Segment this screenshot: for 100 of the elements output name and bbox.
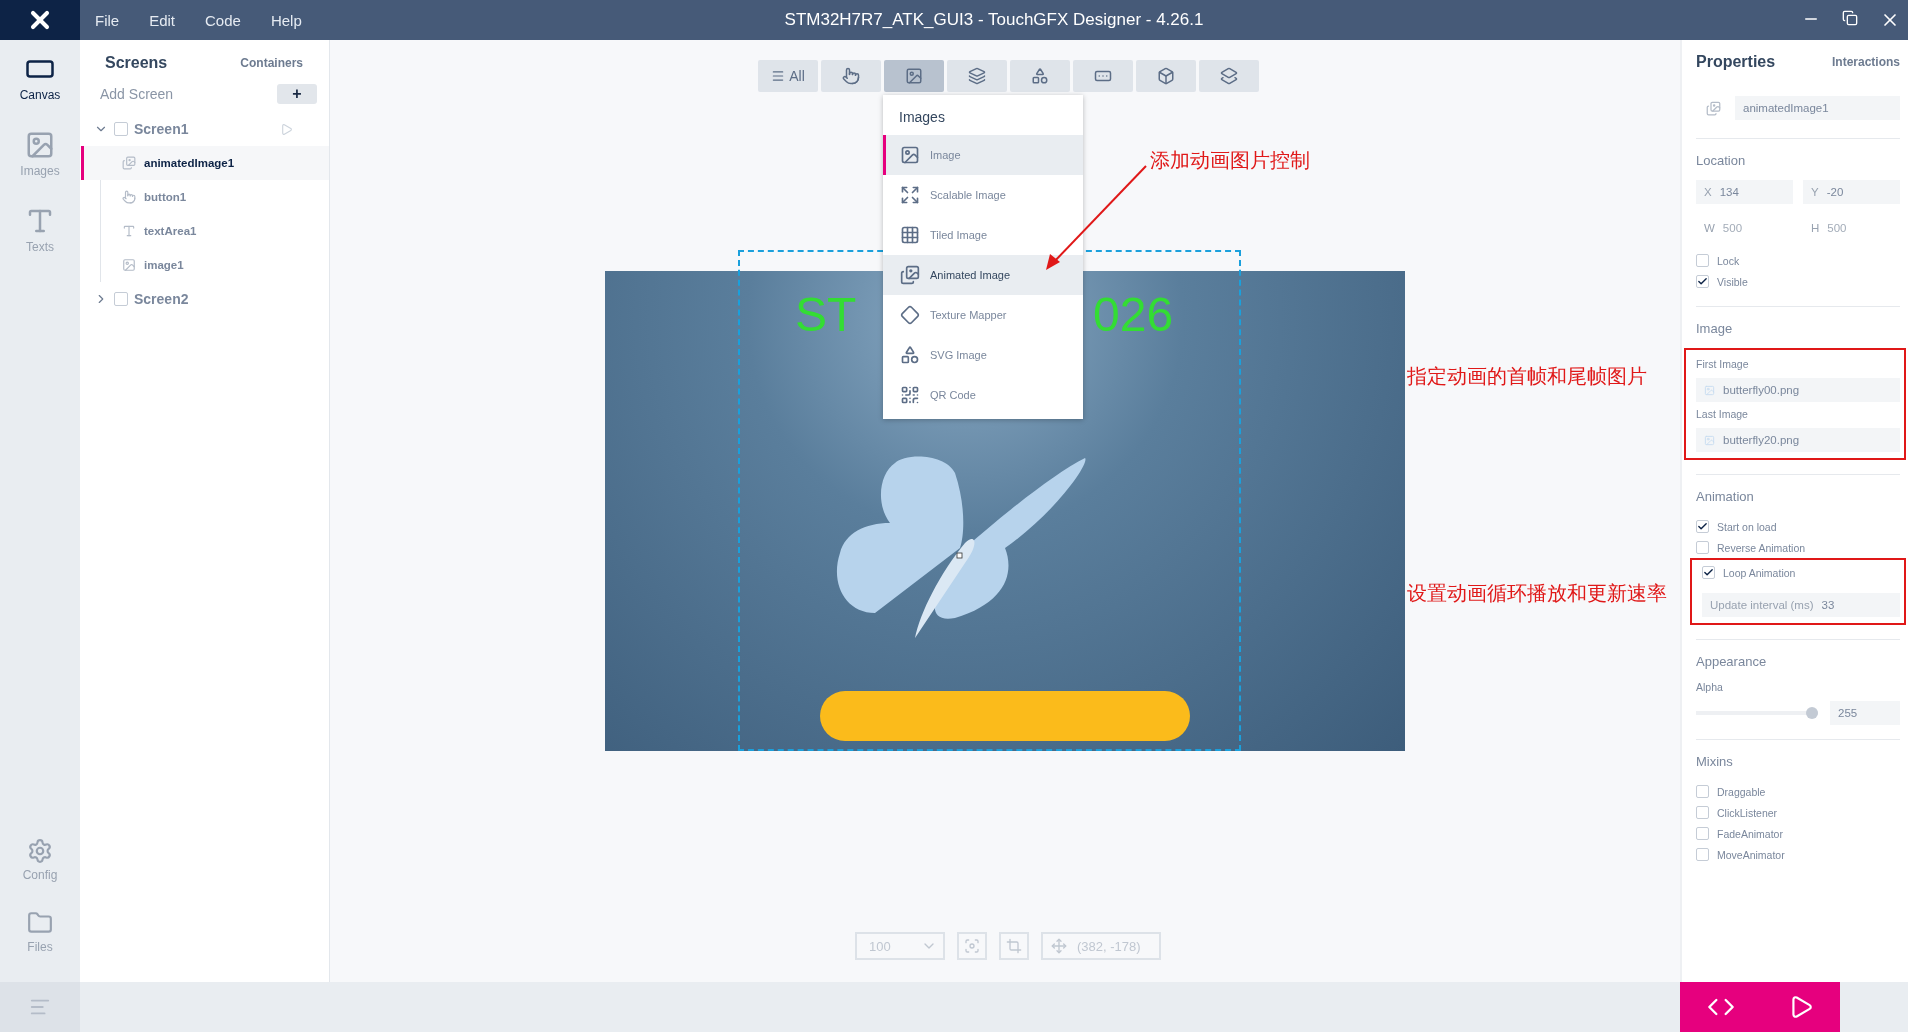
menu-item[interactable]: Tiled Image: [883, 215, 1083, 255]
widget-group-button[interactable]: [1136, 60, 1196, 92]
pointer-icon: [122, 190, 136, 204]
interval-field[interactable]: Update interval (ms) 33: [1702, 593, 1900, 617]
field-label: Alpha: [1696, 681, 1724, 693]
checkbox[interactable]: [1696, 827, 1709, 840]
screen-icon: [114, 122, 128, 136]
shapes-icon: [900, 345, 920, 365]
number-field[interactable]: Y -20: [1803, 180, 1900, 204]
rail-label[interactable]: Texts: [26, 240, 54, 254]
rail-label[interactable]: Canvas: [19, 88, 61, 102]
images-icon: [1706, 100, 1721, 116]
panel-tab[interactable]: Properties: [1696, 53, 1776, 71]
menu-item[interactable]: File: [95, 11, 120, 29]
layers-icon: [1220, 67, 1238, 85]
add-screen-button[interactable]: +: [277, 84, 317, 104]
checkbox-label: ClickListener: [1717, 806, 1778, 819]
canvas-text: ST: [795, 287, 857, 342]
section-title: Location: [1696, 153, 1747, 168]
images-icon: [900, 265, 920, 285]
add-screen-label: Add Screen: [100, 86, 174, 102]
annotation-text: 添加动画图片控制: [1150, 148, 1310, 173]
section-title: Animation: [1696, 489, 1755, 504]
section-title: Mixins: [1696, 754, 1734, 769]
image-field[interactable]: butterfly00.png: [1696, 378, 1900, 402]
checkbox[interactable]: [1696, 848, 1709, 861]
menu-item[interactable]: Code: [205, 11, 241, 29]
widget-group-button[interactable]: [821, 60, 881, 92]
shapes-icon: [1031, 67, 1049, 85]
rail-label[interactable]: Files: [27, 940, 53, 954]
pointer-icon: [842, 67, 860, 85]
grid-icon: [900, 225, 920, 245]
widget-name[interactable]: animatedImage1: [144, 157, 235, 169]
images-icon: [122, 156, 136, 170]
checkbox-label: Draggable: [1717, 785, 1766, 798]
name-field[interactable]: animatedImage1: [1735, 96, 1900, 120]
qr-icon: [900, 385, 920, 405]
diamond-icon: [900, 305, 920, 325]
rail-label[interactable]: Images: [20, 164, 60, 178]
focus-icon: [964, 938, 980, 954]
menu-item[interactable]: Animated Image: [883, 255, 1083, 295]
settings-icon: [27, 838, 53, 864]
checkbox-label: Start on load: [1717, 520, 1777, 533]
menu-item[interactable]: Help: [270, 11, 302, 29]
text-icon: [122, 224, 136, 238]
widget-group-button[interactable]: All: [758, 60, 818, 92]
field-label: Last Image: [1696, 408, 1749, 420]
checkbox[interactable]: [1696, 806, 1709, 819]
rail-label[interactable]: Config: [22, 868, 58, 882]
cube-icon: [1157, 67, 1175, 85]
move-icon: [1051, 938, 1067, 954]
screen-name[interactable]: Screen2: [134, 291, 293, 307]
image-icon: [1704, 434, 1715, 446]
image-icon: [900, 145, 920, 165]
menu-item[interactable]: Texture Mapper: [883, 295, 1083, 335]
checkbox[interactable]: [1696, 785, 1709, 798]
widget-name[interactable]: button1: [144, 191, 187, 203]
annotation-text: 设置动画循环播放和更新速率: [1407, 581, 1667, 606]
panel-tab[interactable]: Interactions: [1832, 55, 1900, 69]
screen-name[interactable]: Screen1: [134, 121, 274, 137]
checkbox-label: Reverse Animation: [1717, 541, 1806, 554]
widget-group-button[interactable]: [1199, 60, 1259, 92]
alpha-field[interactable]: 255: [1830, 701, 1900, 725]
menu-item[interactable]: Scalable Image: [883, 175, 1083, 215]
number-field[interactable]: X 134: [1696, 180, 1793, 204]
image-icon: [25, 130, 55, 160]
menu-item[interactable]: SVG Image: [883, 335, 1083, 375]
folder-icon: [27, 910, 53, 936]
checkbox-label: Visible: [1717, 275, 1748, 288]
widget-group-button[interactable]: [1073, 60, 1133, 92]
widget-group-button[interactable]: [884, 60, 944, 92]
layers-icon: [968, 67, 986, 85]
crop-icon: [1006, 938, 1022, 954]
checkbox[interactable]: [1696, 254, 1709, 267]
image-field[interactable]: butterfly20.png: [1696, 428, 1900, 452]
checkbox[interactable]: [1702, 566, 1715, 579]
widget-group-button[interactable]: [947, 60, 1007, 92]
menu-item[interactable]: Image: [883, 135, 1083, 175]
panel-tab[interactable]: Screens: [105, 54, 168, 72]
panel-tab[interactable]: Containers: [240, 56, 303, 70]
checkbox-label: Loop Animation: [1723, 566, 1796, 579]
image-icon: [1704, 384, 1715, 396]
widget-name[interactable]: image1: [144, 259, 184, 271]
widget-group-button[interactable]: [1010, 60, 1070, 92]
canvas-text: 026: [1093, 287, 1174, 342]
checkbox-label: FadeAnimator: [1717, 827, 1783, 840]
widget-name[interactable]: textArea1: [144, 225, 197, 237]
checkbox[interactable]: [1696, 275, 1709, 288]
image-icon: [122, 258, 136, 272]
section-title: Image: [1696, 321, 1734, 336]
menu-icon: [771, 69, 786, 83]
menu-item[interactable]: Edit: [149, 11, 176, 29]
checkbox[interactable]: [1696, 541, 1709, 554]
field-label: First Image: [1696, 358, 1750, 370]
menu-item[interactable]: QR Code: [883, 375, 1083, 415]
menu-heading: Images: [898, 108, 946, 127]
expand-icon: [900, 185, 920, 205]
window-title: STM32H7R7_ATK_GUI3 - TouchGFX Designer - 4.26.1: [784, 10, 1204, 30]
checkbox[interactable]: [1696, 520, 1709, 533]
section-title: Appearance: [1696, 654, 1768, 669]
